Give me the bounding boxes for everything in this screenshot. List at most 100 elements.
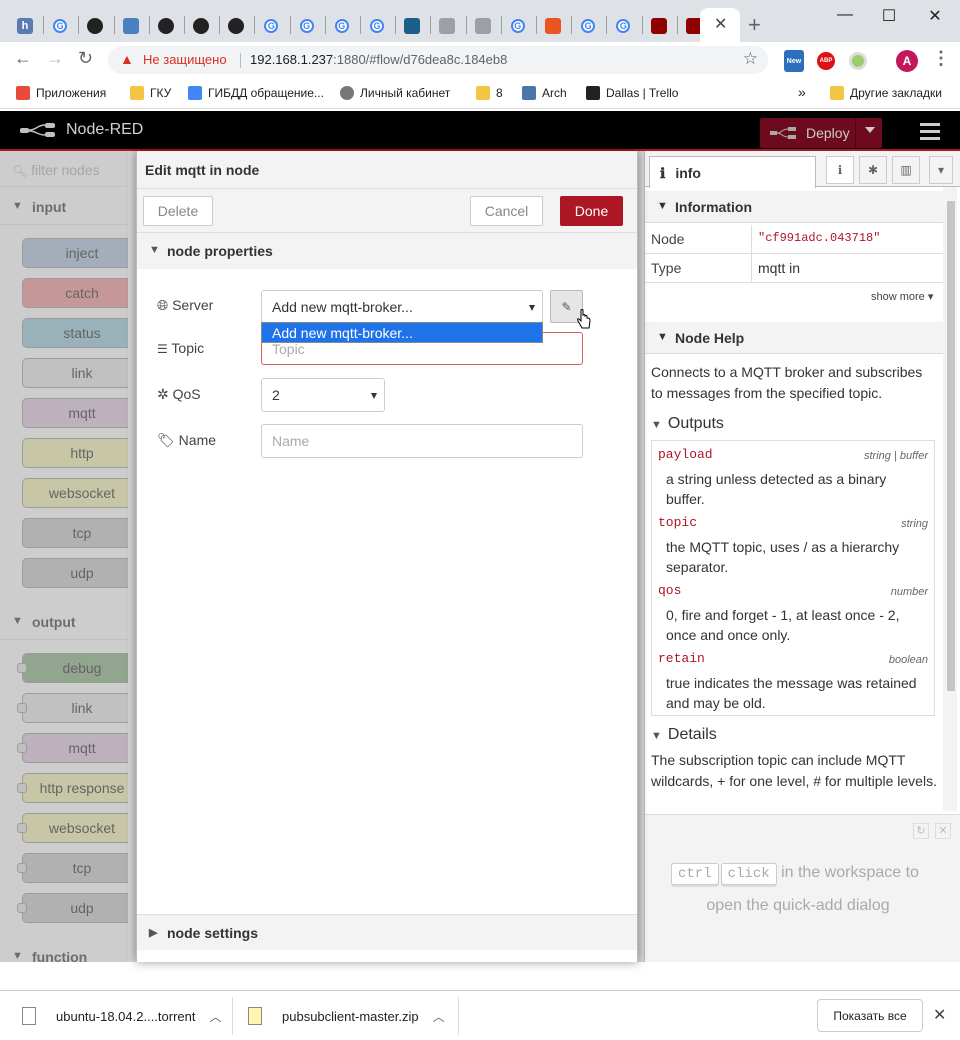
extension-circle-icon[interactable] — [849, 52, 867, 70]
adblock-icon[interactable]: ABP — [817, 52, 835, 70]
info-tab-button[interactable]: ℹ — [826, 156, 854, 184]
outputs-heading[interactable]: ▼ Outputs — [651, 415, 724, 433]
bookmark-other[interactable]: Другие закладки — [830, 86, 942, 100]
details-heading[interactable]: ▼ Details — [651, 726, 717, 744]
deploy-menu-caret-icon[interactable] — [865, 127, 875, 133]
palette-node-mqtt[interactable]: mqtt — [17, 733, 128, 763]
palette-node-tcp[interactable]: tcp — [22, 518, 128, 548]
profile-avatar[interactable]: A — [896, 50, 918, 72]
server-select[interactable]: Add new mqtt-broker... — [261, 290, 543, 323]
browser-tab[interactable] — [114, 10, 148, 42]
browser-tab[interactable] — [430, 10, 464, 42]
bookmark-star-icon[interactable]: ☆ — [743, 49, 758, 69]
browser-tab[interactable]: G — [254, 10, 288, 42]
back-icon[interactable]: ← — [14, 48, 32, 69]
name-input[interactable]: Name — [261, 424, 583, 458]
bookmark-gibdd[interactable]: ГИБДД обращение... — [188, 86, 324, 100]
bookmark-trello[interactable]: Dallas | Trello — [586, 86, 678, 100]
palette-node-debug[interactable]: debug — [17, 653, 128, 683]
chevron-up-icon[interactable]: ︿ — [433, 1008, 445, 1025]
download-item[interactable]: ubuntu-18.04.2....torrent ︿ — [22, 991, 222, 1040]
chevron-up-icon[interactable]: ︿ — [209, 1008, 221, 1025]
node-settings-header[interactable]: ▶ node settings — [137, 914, 637, 950]
bookmark-8[interactable]: 8 — [476, 86, 503, 100]
new-tab-button[interactable]: + — [748, 12, 761, 38]
chevron-down-icon: ▼ — [12, 950, 23, 962]
palette-node-inject[interactable]: inject — [22, 238, 128, 268]
browser-tab[interactable]: G — [325, 10, 359, 42]
bookmark-cabinet[interactable]: Личный кабинет — [340, 86, 450, 100]
show-more-link[interactable]: show more ▾ — [871, 290, 933, 303]
menu-kebab-icon[interactable]: ⋮ — [932, 48, 950, 69]
server-option-add-new[interactable]: Add new mqtt-broker... — [261, 322, 543, 343]
delete-button[interactable]: Delete — [143, 196, 213, 226]
debug-tab-button[interactable]: ✱ — [859, 156, 887, 184]
palette-category-function[interactable]: ▼ function — [0, 939, 128, 962]
browser-tab[interactable]: G — [571, 10, 605, 42]
browser-tab[interactable] — [536, 10, 570, 42]
browser-tab[interactable] — [149, 10, 183, 42]
palette-node-catch[interactable]: catch — [22, 278, 128, 308]
bookmark-apps[interactable]: Приложения — [16, 86, 106, 100]
scrollbar-thumb[interactable] — [947, 201, 955, 691]
main-menu-icon[interactable] — [920, 123, 940, 144]
bookmarks-more[interactable]: » — [798, 84, 806, 100]
close-downloads-icon[interactable]: ✕ — [933, 1005, 946, 1025]
palette-node-websocket[interactable]: websocket — [22, 478, 128, 508]
cancel-button[interactable]: Cancel — [470, 196, 543, 226]
maximize-button[interactable]: ☐ — [874, 6, 904, 26]
browser-tab[interactable]: G — [501, 10, 535, 42]
active-tab[interactable]: ✕ — [700, 8, 740, 42]
browser-tab[interactable]: G — [290, 10, 324, 42]
palette-node-http-response[interactable]: http response — [17, 773, 128, 803]
done-button[interactable]: Done — [560, 196, 623, 226]
sidebar-menu-button[interactable]: ▾ — [929, 156, 953, 184]
address-bar[interactable]: ▲ Не защищено 192.168.1.237:1880/#flow/d… — [108, 46, 768, 74]
browser-tab[interactable] — [219, 10, 253, 42]
browser-tab[interactable]: h — [8, 10, 42, 42]
reload-icon[interactable]: ↻ — [78, 48, 93, 69]
browser-tab[interactable] — [78, 10, 112, 42]
minimize-button[interactable]: — — [830, 6, 860, 26]
url-text[interactable]: 192.168.1.237:1880/#flow/d76dea8c.184eb8 — [250, 52, 507, 67]
page-icon — [474, 18, 491, 34]
qos-select[interactable]: 2 — [261, 378, 385, 412]
close-window-button[interactable]: ✕ — [920, 6, 950, 26]
palette-node-status[interactable]: status — [22, 318, 128, 348]
browser-tab[interactable] — [395, 10, 429, 42]
dashboard-tab-button[interactable]: ▥ — [892, 156, 920, 184]
bookmark-gku[interactable]: ГКУ — [130, 86, 171, 100]
palette-node-udp[interactable]: udp — [22, 558, 128, 588]
close-tab-icon[interactable]: ✕ — [714, 14, 727, 34]
browser-tab[interactable]: G — [606, 10, 640, 42]
warning-icon[interactable]: ▲ — [120, 51, 134, 67]
deploy-button[interactable]: Deploy — [760, 118, 882, 148]
security-status[interactable]: Не защищено — [143, 52, 227, 67]
browser-tab[interactable] — [642, 10, 676, 42]
node-help-section-header[interactable]: ▼ Node Help — [645, 322, 943, 354]
palette-category-output[interactable]: ▼ output — [0, 604, 128, 640]
bookmark-arch[interactable]: Arch — [522, 86, 567, 100]
download-item[interactable]: pubsubclient-master.zip ︿ — [248, 991, 445, 1040]
palette-node-websocket[interactable]: websocket — [17, 813, 128, 843]
palette-node-link[interactable]: link — [22, 358, 128, 388]
filter-nodes-input[interactable]: 🔍︎ filter nodes — [0, 151, 128, 187]
browser-tab[interactable]: G — [43, 10, 77, 42]
node-properties-header[interactable]: ▼ node properties — [137, 233, 637, 269]
close-icon[interactable]: ✕ — [935, 823, 951, 839]
palette-node-mqtt[interactable]: mqtt — [22, 398, 128, 428]
show-all-downloads-button[interactable]: Показать все — [817, 999, 923, 1032]
browser-tab[interactable] — [184, 10, 218, 42]
browser-tab[interactable] — [466, 10, 500, 42]
browser-tab[interactable]: G — [360, 10, 394, 42]
palette-node-udp[interactable]: udp — [17, 893, 128, 923]
palette-node-http[interactable]: http — [22, 438, 128, 468]
palette-category-input[interactable]: ▼ input — [0, 189, 128, 225]
information-section-header[interactable]: ▼ Information — [645, 191, 943, 223]
refresh-icon[interactable]: ↻ — [913, 823, 929, 839]
forward-icon[interactable]: → — [46, 48, 64, 69]
palette-node-link[interactable]: link — [17, 693, 128, 723]
palette-node-tcp[interactable]: tcp — [17, 853, 128, 883]
tab-info[interactable]: ℹ info — [649, 156, 816, 188]
new-extension-icon[interactable]: New — [784, 50, 804, 72]
